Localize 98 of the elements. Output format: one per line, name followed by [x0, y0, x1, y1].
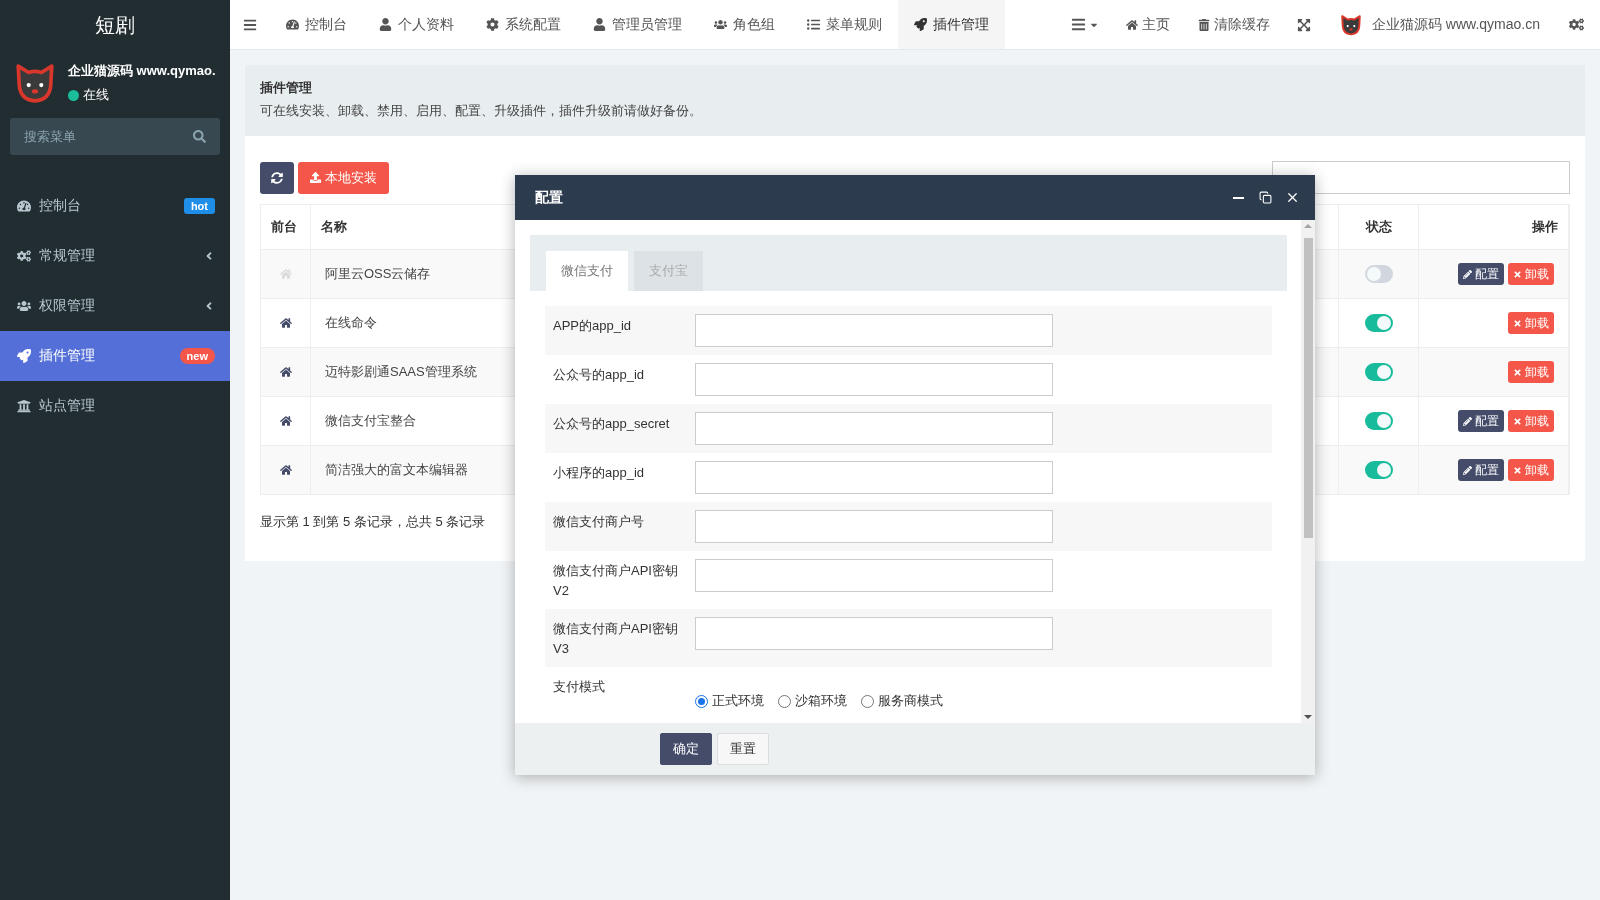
status-toggle[interactable]	[1364, 314, 1393, 332]
status-toggle[interactable]	[1364, 363, 1393, 381]
list-icon	[807, 18, 820, 31]
user-icon	[593, 18, 606, 31]
refresh-icon	[271, 171, 283, 184]
maximize-icon	[1258, 191, 1272, 204]
sidebar-item[interactable]: 站点管理	[0, 381, 230, 431]
radio-button[interactable]	[861, 694, 874, 708]
user-icon	[379, 18, 392, 31]
dashboard-icon	[286, 18, 299, 31]
field-label: 支付模式	[553, 678, 606, 696]
menu-icon	[243, 17, 257, 32]
sidebar-item[interactable]: 权限管理	[0, 281, 230, 331]
close-icon	[1513, 416, 1522, 426]
input-field[interactable]	[695, 412, 1053, 445]
configure-button[interactable]: 配置	[1458, 263, 1504, 285]
menu-search-field[interactable]: 搜索菜单	[10, 118, 220, 155]
list-icon	[1070, 17, 1086, 32]
field-label: 小程序的app_id	[553, 464, 646, 482]
nav-tab[interactable]: 菜单规则	[791, 0, 898, 49]
sidebar-item[interactable]: 插件管理 new	[0, 331, 230, 381]
status-toggle[interactable]	[1364, 461, 1393, 479]
home-icon	[1125, 18, 1138, 31]
gears-icon	[17, 249, 31, 263]
site-logo	[1339, 13, 1362, 36]
field-label: 微信支付商户号	[553, 513, 645, 531]
status-dot-icon	[68, 89, 79, 101]
radio-button[interactable]	[695, 694, 708, 708]
field-label: 微信支付商户API密钥V2	[553, 562, 679, 600]
nav-tab[interactable]: 插件管理	[898, 0, 1005, 49]
dialog-title: 配置	[535, 188, 564, 207]
field-label: 公众号的app_secret	[553, 415, 671, 433]
field-label: 微信支付商户API密钥V3	[553, 620, 679, 658]
dialog-tab[interactable]: 微信支付	[546, 251, 628, 291]
pagination-info: 显示第 1 到第 5 条记录，总共 5 条记录	[260, 513, 486, 531]
refresh-button[interactable]	[260, 161, 294, 194]
radio-option[interactable]: 服务商模式	[861, 692, 943, 710]
field-label: 公众号的app_id	[553, 366, 646, 384]
nav-tab[interactable]: 角色组	[698, 0, 791, 49]
panel-description: 可在线安装、卸载、禁用、启用、配置、升级插件，插件升级前请做好备份。	[260, 102, 703, 120]
input-field[interactable]	[695, 559, 1053, 592]
configure-button[interactable]: 配置	[1458, 459, 1504, 481]
confirm-button[interactable]: 确定	[660, 733, 712, 765]
nav-tab[interactable]: 系统配置	[470, 0, 577, 49]
upload-icon	[310, 172, 321, 183]
home-icon[interactable]	[279, 366, 292, 378]
sidebar-item[interactable]: 控制台 hot	[0, 181, 230, 231]
search-field[interactable]	[1272, 161, 1570, 194]
nav-link[interactable]: 主页	[1111, 0, 1184, 49]
nav-tab[interactable]: 个人资料	[363, 0, 470, 49]
rocket-icon	[914, 18, 927, 31]
dashboard-icon	[17, 199, 31, 213]
radio-button[interactable]	[778, 694, 791, 708]
close-icon	[1513, 367, 1522, 377]
input-field[interactable]	[695, 617, 1053, 650]
nav-link[interactable]: 清除缓存	[1183, 0, 1284, 49]
pencil-icon	[1463, 416, 1472, 426]
sidebar-title: 短剧	[94, 12, 136, 38]
input-field[interactable]	[695, 314, 1053, 347]
home-icon[interactable]	[279, 317, 292, 329]
menu-badge: new	[179, 348, 215, 364]
home-icon[interactable]	[279, 415, 292, 427]
field-label: APP的app_id	[553, 317, 633, 335]
site-link[interactable]: 企业猫源码 www.qymao.cn	[1323, 0, 1556, 49]
radio-option[interactable]: 沙箱环境	[778, 692, 847, 710]
close-icon	[1513, 269, 1522, 279]
user-name: 企业猫源码 www.qymao.	[68, 62, 216, 80]
pencil-icon	[1463, 465, 1472, 475]
users-icon	[714, 18, 727, 31]
search-icon[interactable]	[193, 130, 206, 143]
avatar-logo	[14, 62, 56, 104]
nav-tab[interactable]: 管理员管理	[577, 0, 698, 49]
panel-title: 插件管理	[260, 79, 313, 97]
bank-icon	[17, 399, 31, 413]
gear-icon	[486, 18, 499, 31]
home-icon[interactable]	[279, 464, 292, 476]
sidebar-item[interactable]: 常规管理	[0, 231, 230, 281]
pencil-icon	[1463, 269, 1472, 279]
close-icon	[1513, 318, 1522, 328]
menu-badge: hot	[183, 198, 215, 214]
status-text: 在线	[83, 86, 109, 104]
configure-button[interactable]: 配置	[1458, 410, 1504, 432]
expand-icon	[1296, 17, 1311, 32]
rocket-icon	[17, 349, 31, 363]
input-field[interactable]	[695, 363, 1053, 396]
users-icon	[17, 299, 31, 313]
settings-icon	[1569, 17, 1584, 32]
close-icon	[1513, 465, 1522, 475]
status-toggle[interactable]	[1364, 265, 1393, 283]
radio-option[interactable]: 正式环境	[695, 692, 764, 710]
input-field[interactable]	[695, 510, 1053, 543]
input-field[interactable]	[695, 461, 1053, 494]
scrollbar[interactable]	[1301, 220, 1315, 723]
status-toggle[interactable]	[1364, 412, 1393, 430]
nav-tab[interactable]: 控制台	[270, 0, 363, 49]
reset-button[interactable]: 重置	[717, 733, 769, 765]
minimize-icon	[1232, 196, 1244, 199]
trash-icon	[1197, 18, 1210, 31]
